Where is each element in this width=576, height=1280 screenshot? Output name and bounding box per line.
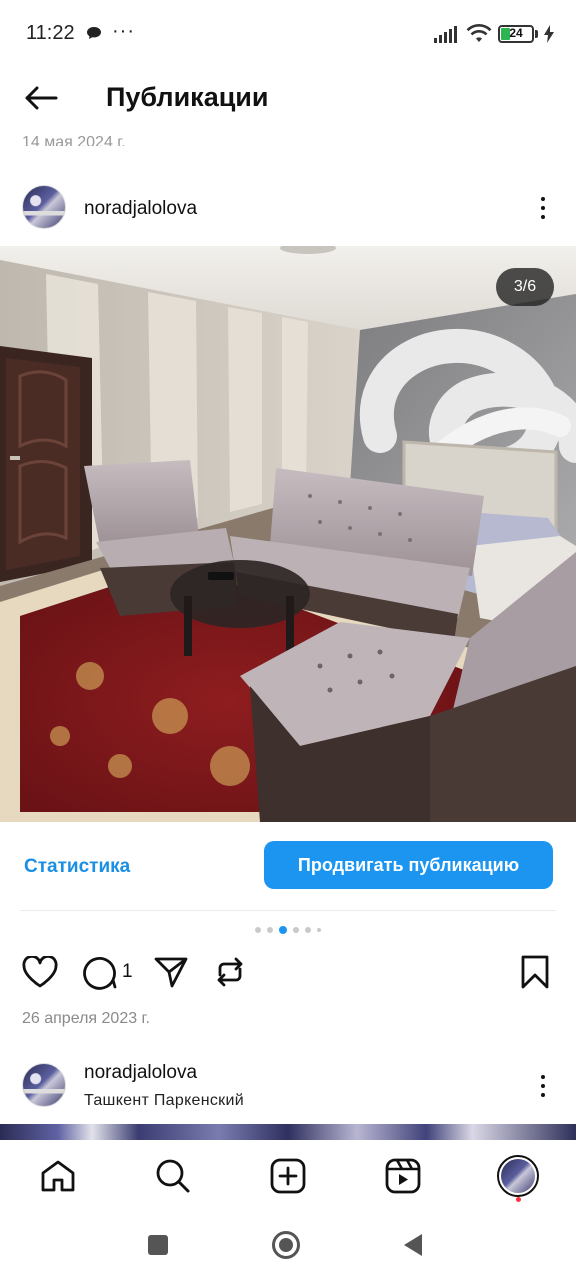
previous-post-date: 14 мая 2024 г.: [22, 134, 126, 146]
sys-back-button[interactable]: [390, 1222, 436, 1268]
page-title: Публикации: [106, 82, 269, 112]
status-icons: 24: [434, 22, 554, 46]
more-vertical-icon: [541, 1075, 545, 1079]
search-icon: [156, 1159, 190, 1193]
home-icon: [41, 1160, 75, 1192]
post-date: 26 апреля 2023 г.: [22, 1010, 150, 1027]
nav-create[interactable]: [266, 1154, 310, 1198]
bookmark-icon: [521, 955, 549, 989]
media-counter: 3/6: [496, 268, 554, 306]
share-button[interactable]: [151, 952, 191, 992]
notification-dot: [516, 1197, 521, 1202]
next-post-location[interactable]: Ташкент Паркенский: [84, 1092, 244, 1110]
battery-icon: 24: [498, 25, 534, 43]
post-more-button[interactable]: [531, 188, 555, 228]
carousel-dot: [305, 927, 311, 933]
charging-icon: [544, 25, 554, 43]
reels-icon: [385, 1158, 421, 1194]
post-photo[interactable]: [0, 246, 576, 822]
carousel-dot: [317, 928, 321, 932]
comment-icon: [83, 956, 117, 990]
avatar: [497, 1155, 539, 1197]
nav-search[interactable]: [151, 1154, 195, 1198]
carousel-indicator: [0, 926, 576, 934]
plus-square-icon: [270, 1158, 306, 1194]
avatar[interactable]: [22, 185, 66, 229]
divider: [20, 910, 556, 911]
triangle-back-icon: [404, 1234, 422, 1256]
next-post-avatar[interactable]: [22, 1063, 66, 1107]
nav-reels[interactable]: [381, 1154, 425, 1198]
next-post-username[interactable]: noradjalolova: [84, 1062, 197, 1084]
next-post-more-button[interactable]: [531, 1066, 555, 1106]
sys-home-button[interactable]: [263, 1222, 309, 1268]
more-vertical-icon: [541, 197, 545, 201]
comment-count: 1: [122, 961, 133, 982]
carousel-dot: [279, 926, 287, 934]
next-post-photo[interactable]: [0, 1124, 576, 1140]
send-icon: [154, 957, 188, 988]
back-button[interactable]: [20, 78, 62, 118]
more-notifications-indicator: ···: [112, 20, 135, 42]
post-username[interactable]: noradjalolova: [84, 198, 197, 220]
arrow-left-icon: [25, 86, 58, 110]
carousel-dot: [293, 927, 299, 933]
nav-profile[interactable]: [496, 1154, 540, 1198]
battery-level: 24: [509, 26, 523, 40]
heart-icon: [22, 956, 58, 988]
square-icon: [148, 1235, 168, 1255]
remix-icon: [217, 957, 243, 987]
chat-notification-icon: [87, 27, 101, 39]
signal-icon: [434, 26, 457, 43]
nav-home[interactable]: [36, 1154, 80, 1198]
status-time: 11:22: [26, 22, 75, 44]
sys-recent-button[interactable]: [135, 1222, 181, 1268]
save-button[interactable]: [515, 952, 555, 992]
circle-icon: [272, 1231, 300, 1259]
promote-button[interactable]: Продвигать публикацию: [264, 841, 553, 889]
carousel-dot: [255, 927, 261, 933]
comment-button[interactable]: [80, 952, 120, 992]
statistics-link[interactable]: Статистика: [24, 856, 130, 878]
like-button[interactable]: [20, 952, 60, 992]
carousel-dot: [267, 927, 273, 933]
wifi-icon: [466, 24, 492, 42]
remix-button[interactable]: [210, 952, 250, 992]
